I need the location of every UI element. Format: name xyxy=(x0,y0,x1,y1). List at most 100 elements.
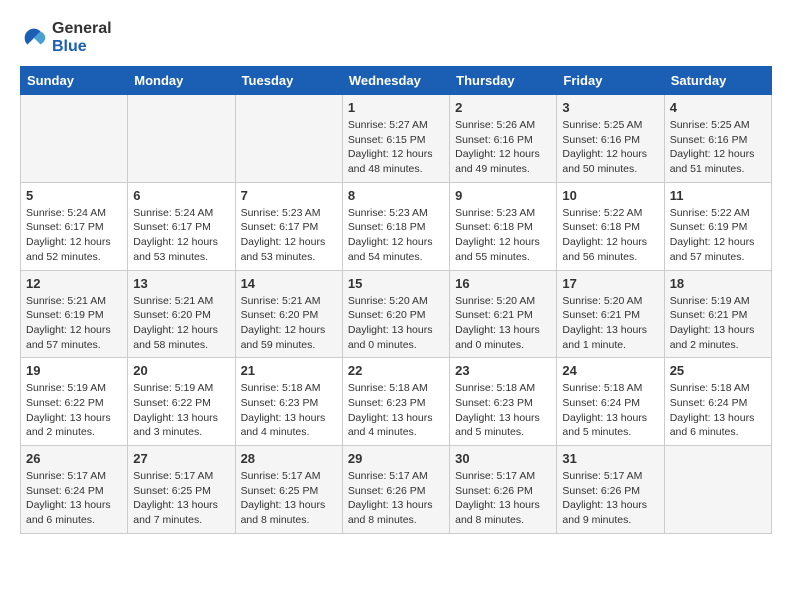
day-info: Sunrise: 5:21 AM Sunset: 6:20 PM Dayligh… xyxy=(241,294,337,353)
header-tuesday: Tuesday xyxy=(235,67,342,95)
calendar-cell xyxy=(21,95,128,183)
day-info: Sunrise: 5:20 AM Sunset: 6:20 PM Dayligh… xyxy=(348,294,444,353)
calendar-cell: 14 Sunrise: 5:21 AM Sunset: 6:20 PM Dayli… xyxy=(235,270,342,358)
header-monday: Monday xyxy=(128,67,235,95)
day-number: 14 xyxy=(241,276,337,291)
day-info: Sunrise: 5:25 AM Sunset: 6:16 PM Dayligh… xyxy=(562,118,658,177)
day-number: 8 xyxy=(348,188,444,203)
day-number: 11 xyxy=(670,188,766,203)
day-number: 20 xyxy=(133,363,229,378)
day-info: Sunrise: 5:18 AM Sunset: 6:23 PM Dayligh… xyxy=(348,381,444,440)
day-info: Sunrise: 5:17 AM Sunset: 6:24 PM Dayligh… xyxy=(26,469,122,528)
day-info: Sunrise: 5:19 AM Sunset: 6:21 PM Dayligh… xyxy=(670,294,766,353)
page-header: General Blue xyxy=(20,20,772,56)
day-info: Sunrise: 5:17 AM Sunset: 6:25 PM Dayligh… xyxy=(133,469,229,528)
calendar-cell: 31 Sunrise: 5:17 AM Sunset: 6:26 PM Dayli… xyxy=(557,446,664,534)
calendar-cell: 2 Sunrise: 5:26 AM Sunset: 6:16 PM Daylig… xyxy=(450,95,557,183)
day-number: 19 xyxy=(26,363,122,378)
day-number: 26 xyxy=(26,451,122,466)
header-wednesday: Wednesday xyxy=(342,67,449,95)
day-number: 23 xyxy=(455,363,551,378)
calendar-cell: 26 Sunrise: 5:17 AM Sunset: 6:24 PM Dayli… xyxy=(21,446,128,534)
day-info: Sunrise: 5:18 AM Sunset: 6:24 PM Dayligh… xyxy=(670,381,766,440)
day-info: Sunrise: 5:18 AM Sunset: 6:24 PM Dayligh… xyxy=(562,381,658,440)
day-info: Sunrise: 5:17 AM Sunset: 6:25 PM Dayligh… xyxy=(241,469,337,528)
day-info: Sunrise: 5:25 AM Sunset: 6:16 PM Dayligh… xyxy=(670,118,766,177)
day-number: 22 xyxy=(348,363,444,378)
header-thursday: Thursday xyxy=(450,67,557,95)
day-number: 15 xyxy=(348,276,444,291)
day-info: Sunrise: 5:23 AM Sunset: 6:17 PM Dayligh… xyxy=(241,206,337,265)
calendar-cell: 6 Sunrise: 5:24 AM Sunset: 6:17 PM Daylig… xyxy=(128,182,235,270)
day-number: 4 xyxy=(670,100,766,115)
day-info: Sunrise: 5:19 AM Sunset: 6:22 PM Dayligh… xyxy=(133,381,229,440)
day-number: 10 xyxy=(562,188,658,203)
day-info: Sunrise: 5:21 AM Sunset: 6:20 PM Dayligh… xyxy=(133,294,229,353)
logo: General Blue xyxy=(20,20,112,56)
day-number: 25 xyxy=(670,363,766,378)
calendar-cell: 19 Sunrise: 5:19 AM Sunset: 6:22 PM Dayli… xyxy=(21,358,128,446)
day-number: 30 xyxy=(455,451,551,466)
day-number: 3 xyxy=(562,100,658,115)
calendar-cell: 29Sunrise: 5:17 AM Sunset: 6:26 PM Dayli… xyxy=(342,446,449,534)
calendar-cell: 12 Sunrise: 5:21 AM Sunset: 6:19 PM Dayli… xyxy=(21,270,128,358)
day-number: 28 xyxy=(241,451,337,466)
calendar-week-2: 5 Sunrise: 5:24 AM Sunset: 6:17 PM Daylig… xyxy=(21,182,772,270)
calendar-week-5: 26 Sunrise: 5:17 AM Sunset: 6:24 PM Dayli… xyxy=(21,446,772,534)
calendar-cell: 18 Sunrise: 5:19 AM Sunset: 6:21 PM Dayli… xyxy=(664,270,771,358)
day-info: Sunrise: 5:22 AM Sunset: 6:19 PM Dayligh… xyxy=(670,206,766,265)
header-friday: Friday xyxy=(557,67,664,95)
day-info: Sunrise: 5:18 AM Sunset: 6:23 PM Dayligh… xyxy=(455,381,551,440)
calendar-cell: 23 Sunrise: 5:18 AM Sunset: 6:23 PM Dayli… xyxy=(450,358,557,446)
calendar-cell: 28 Sunrise: 5:17 AM Sunset: 6:25 PM Dayli… xyxy=(235,446,342,534)
logo-text: General Blue xyxy=(52,20,112,56)
calendar-cell: 4 Sunrise: 5:25 AM Sunset: 6:16 PM Daylig… xyxy=(664,95,771,183)
day-info: Sunrise: 5:17 AM Sunset: 6:26 PM Dayligh… xyxy=(562,469,658,528)
day-number: 5 xyxy=(26,188,122,203)
calendar-cell: 3 Sunrise: 5:25 AM Sunset: 6:16 PM Daylig… xyxy=(557,95,664,183)
day-number: 18 xyxy=(670,276,766,291)
day-number: 27 xyxy=(133,451,229,466)
calendar-week-3: 12 Sunrise: 5:21 AM Sunset: 6:19 PM Dayli… xyxy=(21,270,772,358)
calendar-cell: 22 Sunrise: 5:18 AM Sunset: 6:23 PM Dayli… xyxy=(342,358,449,446)
calendar-cell: 21 Sunrise: 5:18 AM Sunset: 6:23 PM Dayli… xyxy=(235,358,342,446)
calendar-week-4: 19 Sunrise: 5:19 AM Sunset: 6:22 PM Dayli… xyxy=(21,358,772,446)
day-info: Sunrise: 5:22 AM Sunset: 6:18 PM Dayligh… xyxy=(562,206,658,265)
day-number: 13 xyxy=(133,276,229,291)
day-info: Sunrise: 5:24 AM Sunset: 6:17 PM Dayligh… xyxy=(26,206,122,265)
day-info: Sunrise: 5:19 AM Sunset: 6:22 PM Dayligh… xyxy=(26,381,122,440)
calendar-cell xyxy=(235,95,342,183)
header-saturday: Saturday xyxy=(664,67,771,95)
day-info: Sunrise: 5:23 AM Sunset: 6:18 PM Dayligh… xyxy=(348,206,444,265)
day-number: 21 xyxy=(241,363,337,378)
day-info: Sunrise: 5:17 AM Sunset: 6:26 PM Dayligh… xyxy=(455,469,551,528)
calendar-week-1: 1Sunrise: 5:27 AM Sunset: 6:15 PM Daylig… xyxy=(21,95,772,183)
day-info: Sunrise: 5:20 AM Sunset: 6:21 PM Dayligh… xyxy=(455,294,551,353)
header-sunday: Sunday xyxy=(21,67,128,95)
day-info: Sunrise: 5:23 AM Sunset: 6:18 PM Dayligh… xyxy=(455,206,551,265)
calendar-cell: 15 Sunrise: 5:20 AM Sunset: 6:20 PM Dayli… xyxy=(342,270,449,358)
day-number: 6 xyxy=(133,188,229,203)
calendar-cell: 25 Sunrise: 5:18 AM Sunset: 6:24 PM Dayli… xyxy=(664,358,771,446)
day-number: 7 xyxy=(241,188,337,203)
calendar-cell: 8 Sunrise: 5:23 AM Sunset: 6:18 PM Daylig… xyxy=(342,182,449,270)
day-number: 12 xyxy=(26,276,122,291)
day-info: Sunrise: 5:17 AM Sunset: 6:26 PM Dayligh… xyxy=(348,469,444,528)
day-number: 24 xyxy=(562,363,658,378)
calendar-cell: 13 Sunrise: 5:21 AM Sunset: 6:20 PM Dayli… xyxy=(128,270,235,358)
calendar-cell: 5 Sunrise: 5:24 AM Sunset: 6:17 PM Daylig… xyxy=(21,182,128,270)
calendar-cell xyxy=(128,95,235,183)
day-number: 31 xyxy=(562,451,658,466)
day-info: Sunrise: 5:24 AM Sunset: 6:17 PM Dayligh… xyxy=(133,206,229,265)
calendar-cell: 30 Sunrise: 5:17 AM Sunset: 6:26 PM Dayli… xyxy=(450,446,557,534)
day-info: Sunrise: 5:20 AM Sunset: 6:21 PM Dayligh… xyxy=(562,294,658,353)
day-info: Sunrise: 5:21 AM Sunset: 6:19 PM Dayligh… xyxy=(26,294,122,353)
day-info: Sunrise: 5:26 AM Sunset: 6:16 PM Dayligh… xyxy=(455,118,551,177)
logo-icon xyxy=(20,24,48,52)
day-info: Sunrise: 5:18 AM Sunset: 6:23 PM Dayligh… xyxy=(241,381,337,440)
calendar-cell: 20 Sunrise: 5:19 AM Sunset: 6:22 PM Dayli… xyxy=(128,358,235,446)
day-number: 16 xyxy=(455,276,551,291)
day-number: 17 xyxy=(562,276,658,291)
calendar-cell: 1Sunrise: 5:27 AM Sunset: 6:15 PM Daylig… xyxy=(342,95,449,183)
day-number: 2 xyxy=(455,100,551,115)
